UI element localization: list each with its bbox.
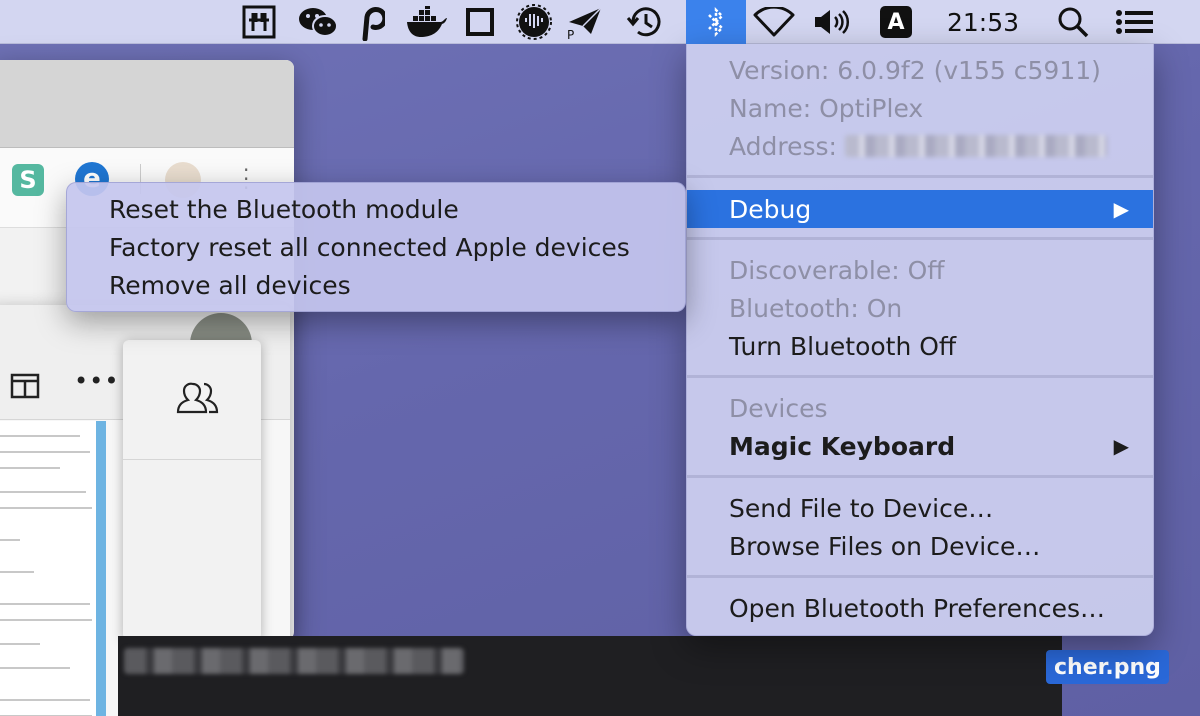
menu-separator xyxy=(687,237,1153,240)
redacted-title xyxy=(124,648,464,674)
paper-plane-icon[interactable]: P xyxy=(564,0,604,44)
clock-text: 21:53 xyxy=(946,7,1020,37)
bt-version-info: Version: 6.0.9f2 (v155 c5911) xyxy=(729,55,1101,85)
pastebot-icon[interactable] xyxy=(356,0,386,44)
discoverable-status: Discoverable: Off xyxy=(729,255,945,285)
svg-text:P: P xyxy=(567,28,574,40)
square-app-icon[interactable] xyxy=(464,0,496,44)
devices-header: Devices xyxy=(729,393,828,423)
audio-hijack-icon[interactable] xyxy=(514,0,554,44)
hashtag-app-icon[interactable] xyxy=(240,0,278,44)
selected-file-label[interactable]: cher.png xyxy=(1046,650,1169,684)
factory-reset-apple-devices-item[interactable]: Factory reset all connected Apple device… xyxy=(109,228,630,266)
menu-separator xyxy=(687,475,1153,478)
device-name: Magic Keyboard xyxy=(729,431,956,461)
docker-icon[interactable] xyxy=(404,0,450,44)
more-options-icon[interactable]: ••• xyxy=(74,367,119,395)
extension-s-icon[interactable]: S xyxy=(12,164,44,196)
bt-address-redacted xyxy=(844,135,1107,157)
debug-menu-item[interactable]: Debug ▶ xyxy=(687,190,1153,228)
debug-submenu: Reset the Bluetooth module Factory reset… xyxy=(66,182,686,312)
spotlight-search-icon[interactable] xyxy=(1054,0,1092,44)
volume-icon[interactable] xyxy=(812,0,852,44)
turn-bluetooth-off-item[interactable]: Turn Bluetooth Off xyxy=(687,327,1153,365)
bluetooth-menu: Version: 6.0.9f2 (v155 c5911) Name: Opti… xyxy=(686,44,1154,636)
notification-center-icon[interactable] xyxy=(1114,0,1156,44)
document-preview xyxy=(0,421,98,716)
browse-files-item[interactable]: Browse Files on Device… xyxy=(687,527,1153,565)
menubar-clock[interactable]: 21:53 xyxy=(938,0,1028,44)
debug-label: Debug xyxy=(729,194,812,224)
menu-separator xyxy=(687,175,1153,178)
send-file-item[interactable]: Send File to Device… xyxy=(687,489,1153,527)
submenu-arrow-icon: ▶ xyxy=(1113,197,1129,221)
open-bluetooth-preferences-item[interactable]: Open Bluetooth Preferences… xyxy=(687,589,1153,627)
menu-separator xyxy=(687,375,1153,378)
menu-separator xyxy=(687,575,1153,578)
bottom-dark-window xyxy=(118,636,1062,716)
bt-address-info: Address: xyxy=(687,127,1153,165)
contacts-header xyxy=(123,340,261,460)
contacts-panel xyxy=(123,340,261,640)
bluetooth-icon[interactable] xyxy=(686,0,746,44)
bt-name-info: Name: OptiPlex xyxy=(729,93,924,123)
scroll-indicator[interactable] xyxy=(96,421,106,716)
menu-bar: P A 21:53 xyxy=(0,0,1200,44)
bluetooth-status: Bluetooth: On xyxy=(729,293,903,323)
time-machine-icon[interactable] xyxy=(624,0,666,44)
split-view-icon[interactable] xyxy=(10,373,40,399)
input-source-badge: A xyxy=(880,6,912,38)
remove-all-devices-item[interactable]: Remove all devices xyxy=(109,266,351,304)
reset-bluetooth-module-item[interactable]: Reset the Bluetooth module xyxy=(109,190,459,228)
wechat-icon[interactable] xyxy=(296,0,340,44)
submenu-arrow-icon: ▶ xyxy=(1113,434,1129,458)
contacts-icon[interactable] xyxy=(175,380,225,420)
browser-titlebar xyxy=(0,60,294,148)
bt-address-label: Address: xyxy=(729,131,837,161)
wifi-icon[interactable] xyxy=(752,0,796,44)
input-source-indicator[interactable]: A xyxy=(878,0,914,44)
device-magic-keyboard[interactable]: Magic Keyboard ▶ xyxy=(687,427,1153,465)
